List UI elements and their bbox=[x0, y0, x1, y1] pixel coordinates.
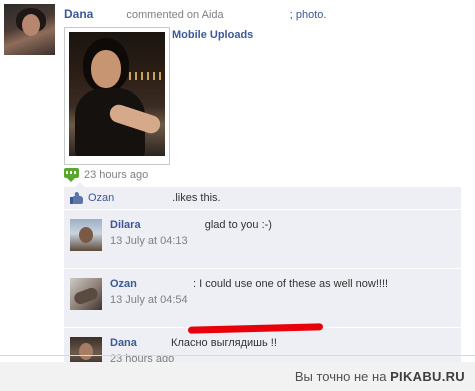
album-link[interactable]: Mobile Uploads bbox=[172, 29, 253, 41]
watermark-brand: PIKABU.RU bbox=[390, 369, 465, 384]
avatar-hand bbox=[72, 286, 100, 306]
story-headline: Dana commented on Aida ; photo. bbox=[64, 7, 326, 21]
pikabu-watermark: Вы точно не на PIKABU.RU bbox=[295, 369, 465, 384]
likes-row: Ozan .likes this. bbox=[64, 187, 461, 210]
comment-body: Ozan : I could use one of these as well … bbox=[110, 278, 388, 290]
author-avatar[interactable] bbox=[4, 4, 55, 55]
photo-thumbnail[interactable] bbox=[64, 27, 170, 165]
watermark-prefix: Вы точно не на bbox=[294, 369, 387, 384]
mobile-icon-tail bbox=[67, 178, 75, 182]
comment-text: Класно выглядишь !! bbox=[171, 337, 277, 349]
like-thumb-icon bbox=[70, 191, 83, 204]
commenter-name-link[interactable]: Dana bbox=[110, 337, 137, 349]
commenter-name-link[interactable]: Ozan bbox=[110, 278, 137, 290]
comment-timestamp[interactable]: 13 July at 04:54 bbox=[110, 294, 188, 306]
like-icon-thumb bbox=[74, 191, 80, 199]
story-verb: commented on Aida bbox=[126, 9, 224, 21]
commenter-name-link[interactable]: Dilara bbox=[110, 219, 141, 231]
commenter-avatar[interactable] bbox=[70, 278, 102, 310]
story-suffix: ; photo. bbox=[289, 9, 327, 21]
likes-text: .likes this. bbox=[172, 192, 221, 204]
avatar-head bbox=[79, 343, 93, 360]
comment-text: : I could use one of these as well now!!… bbox=[193, 278, 389, 290]
liker-name-link[interactable]: Ozan bbox=[88, 192, 114, 204]
mobile-icon-dots bbox=[66, 171, 77, 174]
feedback-box: Ozan .likes this. Dilara glad to you :-)… bbox=[64, 182, 461, 387]
post-timestamp-row: 23 hours ago bbox=[64, 167, 148, 183]
comment-item: Dilara glad to you :-) 13 July at 04:13 bbox=[64, 210, 461, 269]
mobile-upload-icon bbox=[64, 168, 79, 182]
avatar-head bbox=[79, 227, 93, 243]
photo-background-lights bbox=[129, 72, 165, 80]
author-name-link[interactable]: Dana bbox=[64, 7, 93, 21]
comment-body: Dana Класно выглядишь !! bbox=[110, 337, 277, 349]
photo-face bbox=[91, 50, 121, 88]
post-timestamp[interactable]: 23 hours ago bbox=[84, 169, 148, 181]
comment-timestamp[interactable]: 13 July at 04:13 bbox=[110, 235, 188, 247]
comment-item: Ozan : I could use one of these as well … bbox=[64, 269, 461, 328]
photo-image[interactable] bbox=[69, 32, 165, 156]
avatar-face bbox=[22, 14, 40, 36]
commenter-avatar[interactable] bbox=[70, 219, 102, 251]
comment-body: Dilara glad to you :-) bbox=[110, 219, 272, 231]
footer-divider bbox=[0, 355, 475, 356]
comment-text: glad to you :-) bbox=[204, 219, 272, 231]
